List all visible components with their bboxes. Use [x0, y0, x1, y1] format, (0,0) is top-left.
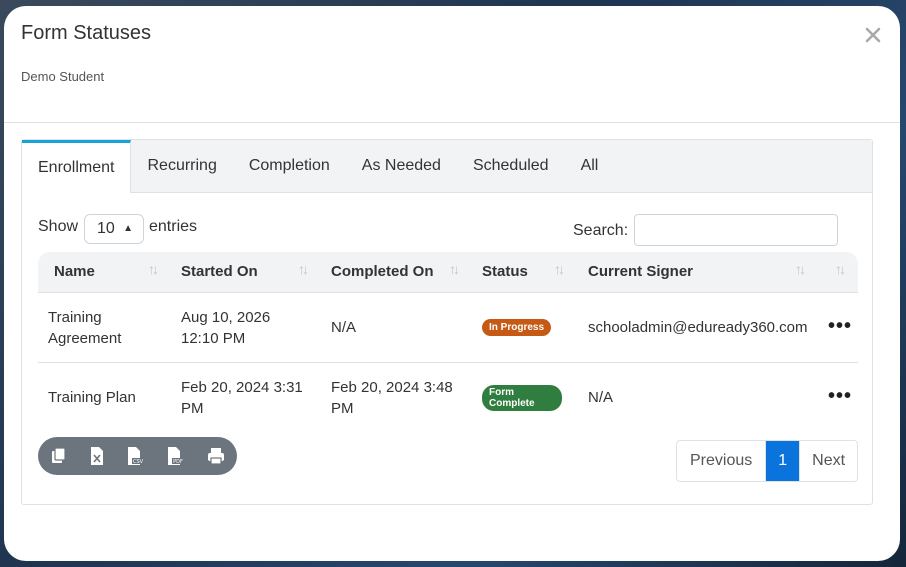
svg-text:PDF: PDF	[173, 459, 183, 465]
search-label: Search:	[573, 222, 629, 239]
modal-header: Form Statuses Demo Student	[4, 6, 900, 123]
tab-recurring[interactable]: Recurring	[131, 140, 232, 192]
excel-icon[interactable]	[87, 446, 107, 466]
column-header-completed-on[interactable]: Completed On	[331, 252, 434, 292]
tab-enrollment[interactable]: Enrollment	[22, 140, 132, 193]
entries-select-value: 10	[97, 220, 115, 237]
cell-name: Training Agreement	[48, 309, 122, 347]
next-page-button[interactable]: Next	[799, 441, 857, 481]
page-1-button[interactable]: 1	[766, 441, 800, 481]
show-label: Show	[38, 218, 79, 235]
sort-icon[interactable]: ↑↓	[298, 261, 309, 277]
column-header-name[interactable]: Name	[54, 252, 95, 292]
form-status-card: Enrollment Recurring Completion As Neede…	[21, 139, 873, 505]
row-actions-icon[interactable]: •••	[828, 386, 852, 406]
svg-text:CSV: CSV	[133, 459, 144, 465]
entries-select[interactable]: 10 ▲︎	[84, 214, 144, 244]
student-name: Demo Student	[21, 69, 105, 84]
sort-icon[interactable]: ↑↓	[148, 261, 159, 277]
export-toolbar: CSV PDF	[38, 437, 237, 475]
cell-completed-on: Feb 20, 2024 3:48 PM	[331, 379, 453, 417]
sort-icon[interactable]: ↑↓	[835, 261, 846, 277]
form-statuses-modal: Form Statuses Demo Student Enrollment Re…	[4, 6, 900, 561]
tab-scheduled[interactable]: Scheduled	[457, 140, 565, 192]
modal-title: Form Statuses	[21, 22, 152, 44]
status-badge: Form Complete	[482, 385, 562, 411]
pdf-icon[interactable]: PDF	[165, 446, 185, 466]
tab-all[interactable]: All	[565, 140, 615, 192]
table-row: Training Agreement Aug 10, 2026 12:10 PM…	[38, 293, 858, 363]
pagination: Previous 1 Next	[676, 440, 859, 482]
csv-icon[interactable]: CSV	[125, 446, 145, 466]
print-icon[interactable]	[206, 446, 226, 466]
status-badge: In Progress	[482, 319, 552, 336]
row-actions-icon[interactable]: •••	[828, 316, 852, 336]
column-header-status[interactable]: Status	[482, 252, 528, 292]
tab-completion[interactable]: Completion	[233, 140, 346, 192]
column-header-current-signer[interactable]: Current Signer	[588, 252, 693, 292]
column-header-started-on[interactable]: Started On	[181, 252, 258, 292]
cell-current-signer: schooladmin@eduready360.com	[588, 319, 808, 336]
previous-page-button[interactable]: Previous	[677, 441, 767, 481]
sort-icon[interactable]: ↑↓	[449, 261, 460, 277]
tab-as-needed[interactable]: As Needed	[346, 140, 457, 192]
tab-bar: Enrollment Recurring Completion As Neede…	[22, 140, 872, 193]
cell-started-on: Aug 10, 2026 12:10 PM	[181, 309, 271, 347]
close-icon[interactable]	[862, 24, 884, 46]
table-header: Name ↑↓ Started On ↑↓ Completed On ↑↓ St…	[38, 252, 858, 293]
sort-icon[interactable]: ↑↓	[795, 261, 806, 277]
cell-started-on: Feb 20, 2024 3:31 PM	[181, 379, 303, 417]
search-input[interactable]	[634, 214, 838, 246]
table-row: Training Plan Feb 20, 2024 3:31 PM Feb 2…	[38, 363, 858, 432]
sort-icon[interactable]: ↑↓	[554, 261, 565, 277]
cell-completed-on: N/A	[331, 319, 357, 336]
select-caret-icon: ▲︎	[123, 223, 133, 234]
cell-name: Training Plan	[48, 389, 136, 406]
entries-label: entries	[149, 218, 198, 235]
cell-current-signer: N/A	[588, 389, 614, 406]
copy-icon[interactable]	[49, 446, 69, 466]
